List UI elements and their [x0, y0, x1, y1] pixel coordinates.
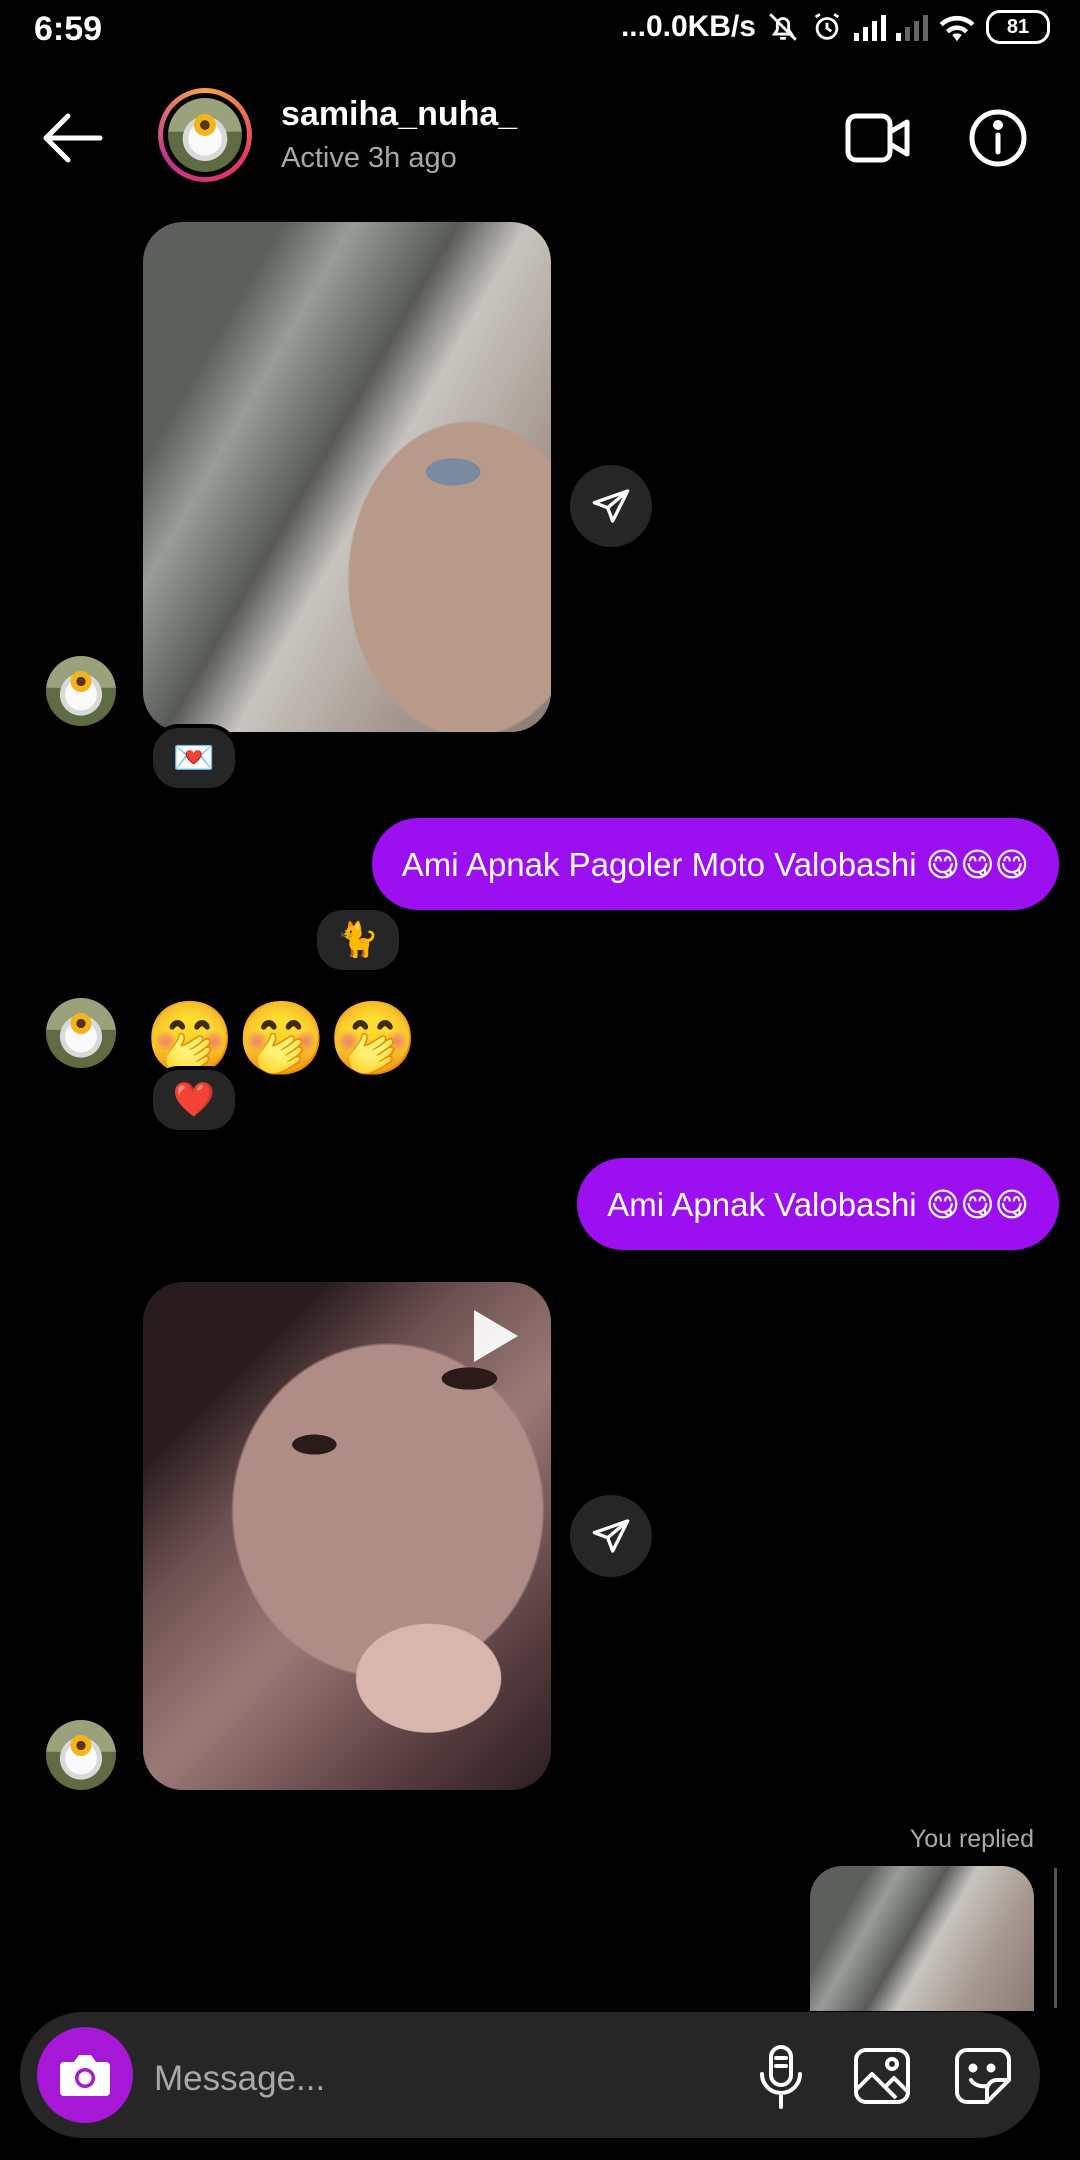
chat-username[interactable]: samiha_nuha_ [281, 95, 517, 134]
sender-avatar[interactable] [46, 998, 116, 1068]
sender-avatar[interactable] [46, 1720, 116, 1790]
reaction-badge[interactable]: 🐈 [313, 906, 403, 974]
profile-avatar[interactable] [158, 88, 252, 182]
status-bar: 6:59 ...0.0KB/s 81 [0, 0, 1080, 62]
video-call-icon[interactable] [845, 110, 911, 166]
play-icon[interactable] [470, 1306, 522, 1366]
outgoing-message[interactable]: Ami Apnak Valobashi 😋😋😋 [577, 1158, 1059, 1250]
scrollbar[interactable] [1054, 1868, 1057, 2008]
signal-icon [854, 13, 886, 41]
reaction-badge[interactable]: 💌 [149, 724, 239, 792]
incoming-photo[interactable] [143, 222, 551, 732]
sender-avatar[interactable] [46, 656, 116, 726]
status-indicators: ...0.0KB/s 81 [621, 10, 1050, 44]
message-input[interactable] [152, 2050, 716, 2108]
microphone-icon[interactable] [756, 2044, 806, 2110]
signal-2-icon [896, 13, 928, 41]
share-button[interactable] [570, 1495, 652, 1577]
camera-button[interactable] [37, 2027, 133, 2123]
info-icon[interactable] [968, 108, 1028, 168]
share-button[interactable] [570, 465, 652, 547]
send-icon [592, 489, 630, 523]
send-icon [592, 1519, 630, 1553]
alarm-icon [814, 13, 840, 40]
outgoing-message[interactable]: Ami Apnak Pagoler Moto Valobashi 😋😋😋 [371, 818, 1059, 910]
gallery-icon[interactable] [852, 2046, 912, 2106]
network-speed: ...0.0KB/s [620, 10, 756, 43]
you-replied-label: You replied [909, 1825, 1034, 1853]
sticker-icon[interactable] [953, 2046, 1013, 2106]
wifi-icon [939, 15, 975, 42]
camera-icon [60, 2055, 110, 2096]
battery-icon: 81 [986, 10, 1050, 44]
active-status: Active 3h ago [281, 142, 457, 174]
status-time: 6:59 [34, 10, 103, 48]
mute-icon [769, 13, 797, 41]
replied-photo[interactable] [810, 1866, 1034, 2011]
back-arrow-icon[interactable] [38, 108, 108, 168]
reaction-badge[interactable]: ❤️ [149, 1066, 239, 1134]
